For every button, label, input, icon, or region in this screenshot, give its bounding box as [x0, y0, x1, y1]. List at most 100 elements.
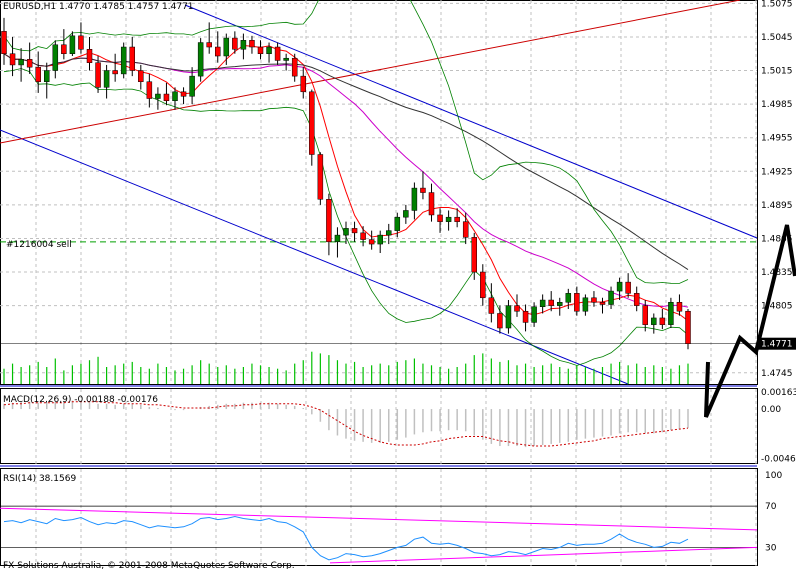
candle-body	[138, 70, 144, 82]
rsi-label: RSI(14) 38.1569	[3, 474, 76, 484]
candle-body	[403, 210, 409, 218]
candle-body	[120, 46, 127, 75]
candle-body	[1, 31, 7, 54]
candle-body	[206, 42, 212, 48]
candle-body	[44, 70, 50, 82]
candle-body	[539, 299, 546, 308]
candle-body	[343, 228, 349, 236]
price-tick-label: 1.4925	[761, 167, 793, 177]
candle-body	[163, 93, 170, 102]
trading-chart-window[interactable]: 1.5075 1.5045 1.5015 1.4985 1.4955 1.4925 1.48…	[0, 0, 796, 569]
candle-body	[283, 57, 289, 61]
candle-body	[78, 35, 84, 50]
candle-body	[197, 42, 204, 77]
candle-body	[454, 216, 460, 222]
candle-body	[146, 81, 153, 99]
candle-body	[411, 187, 418, 211]
candle-body	[309, 91, 315, 155]
candle-body	[377, 234, 383, 245]
candle-body	[591, 297, 597, 303]
candle-body	[420, 187, 426, 193]
candle-body	[180, 91, 187, 97]
candle-body	[61, 44, 67, 54]
candle-body	[651, 317, 657, 325]
candle-body	[172, 91, 178, 102]
channel-upper-line	[184, 4, 758, 239]
rsi-trend-line-lower	[329, 546, 758, 564]
candle-body	[685, 310, 691, 344]
candle-body	[531, 306, 537, 323]
candle-body	[69, 35, 76, 54]
candle-body	[18, 59, 24, 66]
candle-body	[103, 70, 110, 88]
candle-body	[300, 75, 306, 93]
order-label: #1216004 sell	[6, 240, 72, 250]
rsi-tick-label: 100	[765, 471, 782, 481]
candle-body	[334, 234, 341, 243]
candle-body	[497, 313, 503, 329]
rsi-tick-label: 70	[765, 502, 777, 512]
current-price-label: 1.4771	[761, 340, 793, 350]
candle-body	[266, 46, 272, 54]
candle-body	[9, 53, 16, 66]
candle-body	[437, 214, 443, 222]
candle-body	[565, 293, 572, 303]
candle-body	[86, 49, 93, 63]
candle-body	[232, 37, 238, 50]
candle-body	[557, 302, 563, 306]
price-tick-label: 1.5045	[761, 33, 793, 43]
price-tick-label: 1.5075	[761, 0, 793, 9]
candle-body	[582, 297, 589, 312]
candle-body	[326, 199, 332, 243]
main-panel-frame	[0, 0, 758, 385]
candle-body	[274, 46, 281, 61]
candle-body	[368, 239, 375, 245]
candle-body	[428, 192, 435, 216]
candle-body	[249, 40, 255, 48]
price-tick-label: 1.4955	[761, 134, 793, 144]
candle-body	[488, 297, 495, 314]
candle-body	[129, 46, 135, 71]
macd-label: MACD(12,26,9) -0.00188 -0.00176	[3, 395, 158, 405]
candle-body	[394, 216, 401, 231]
candle-body	[215, 46, 221, 57]
candle-body	[95, 62, 101, 88]
candle-body	[26, 59, 33, 68]
candle-body	[155, 93, 161, 99]
macd-tick-label: -0.00468	[761, 455, 796, 465]
candle-body	[52, 44, 59, 71]
price-tick-label: 1.4895	[761, 201, 793, 211]
bollinger-lower-band	[3, 68, 689, 366]
candle-body	[668, 302, 674, 325]
price-tick-label: 1.4745	[761, 369, 793, 379]
price-tick-label: 1.5015	[761, 67, 793, 77]
footer-label: FX Solutions Australia, © 2001-2008 Meta…	[3, 561, 295, 569]
candle-body	[445, 216, 452, 222]
candle-body	[386, 230, 392, 236]
candle-body	[514, 305, 520, 312]
candle-body	[480, 271, 486, 299]
rsi-trend-line-upper	[0, 507, 758, 531]
price-tick-label: 1.4985	[761, 100, 793, 110]
candle-body	[35, 66, 41, 82]
candle-body	[574, 293, 580, 312]
candle-body	[360, 232, 366, 240]
candle-body	[351, 228, 358, 234]
candle-body	[599, 302, 606, 305]
chart-header-label: EURUSD,H1 1.4770 1.4785 1.4757 1.4771	[3, 2, 194, 12]
candle-body	[189, 75, 195, 97]
candle-body	[676, 302, 683, 312]
candle-body	[522, 310, 529, 323]
candle-body	[240, 40, 247, 50]
candle-body	[471, 237, 477, 273]
candle-body	[317, 154, 324, 200]
candle-body	[608, 290, 614, 305]
macd-tick-label: 0.00163	[761, 388, 796, 398]
chart-canvas: 1.5075 1.5045 1.5015 1.4985 1.4955 1.4925 1.48…	[0, 0, 796, 569]
candle-body	[642, 305, 648, 325]
candle-body	[505, 305, 512, 329]
candle-body	[659, 317, 666, 325]
candle-body	[223, 37, 230, 57]
candle-body	[291, 57, 298, 77]
candle-body	[257, 46, 264, 54]
